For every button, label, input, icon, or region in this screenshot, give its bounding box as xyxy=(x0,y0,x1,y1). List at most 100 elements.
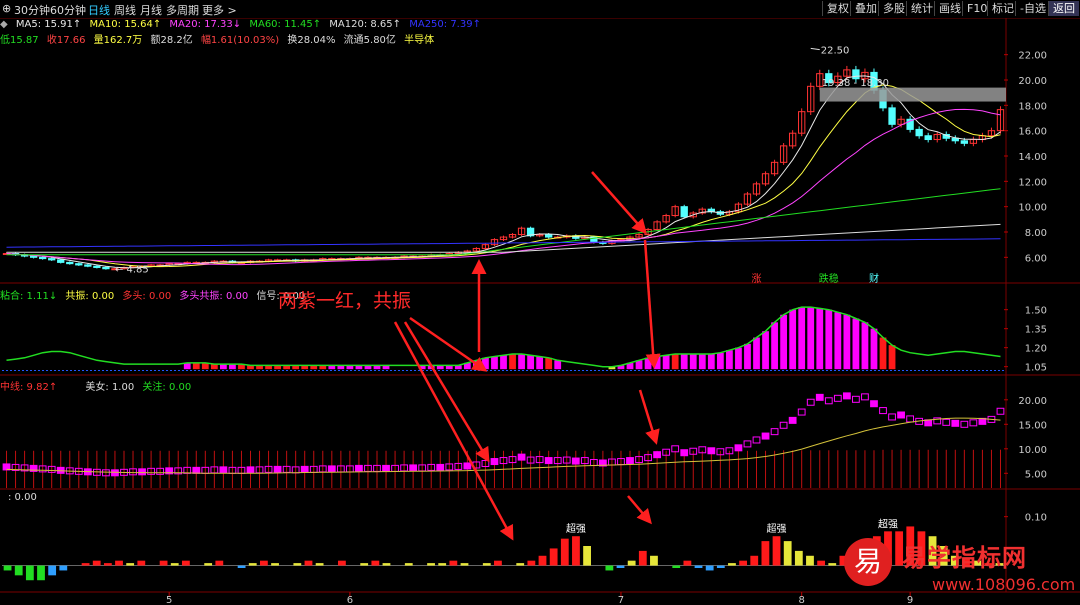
candle-body xyxy=(29,255,38,258)
legend-midline: 中线: 9.82↑ xyxy=(0,382,58,393)
resonance-bar xyxy=(445,365,453,370)
beauty-box xyxy=(689,447,698,455)
resonance-bar xyxy=(454,365,462,370)
candle-body xyxy=(472,247,481,252)
tab-weekly[interactable]: 周线 xyxy=(114,2,136,18)
momentum-bar xyxy=(716,565,725,568)
beauty-box xyxy=(192,466,201,474)
momentum-bar xyxy=(449,560,458,566)
candle-body xyxy=(707,208,715,213)
button-stats[interactable]: 统计 xyxy=(906,1,937,16)
tab-monthly[interactable]: 月线 xyxy=(140,2,162,18)
candle-body xyxy=(906,118,914,130)
beauty-box xyxy=(806,398,815,406)
legend-bull: 多头: 0.00 xyxy=(122,291,172,302)
resonance-bar xyxy=(617,365,625,370)
candle-body xyxy=(626,236,634,241)
candle-body xyxy=(273,259,282,262)
tab-more[interactable]: 更多 > xyxy=(202,2,237,18)
tab-multi-period[interactable]: 多周期 xyxy=(166,2,199,18)
beauty-box xyxy=(418,464,427,472)
momentum-bar xyxy=(59,565,68,571)
button-draw[interactable]: 画线 xyxy=(934,1,965,16)
legend-ma5: MA5: 15.91↑ xyxy=(15,19,82,30)
beauty-box xyxy=(282,465,291,473)
y-tick-label: 6.00 xyxy=(1025,253,1047,264)
y-tick-label: 0.10 xyxy=(1025,513,1047,524)
momentum-bar xyxy=(371,560,380,566)
candle-body xyxy=(48,258,56,261)
candle-body xyxy=(445,253,453,256)
candle-body xyxy=(834,75,842,84)
beauty-box xyxy=(933,417,942,425)
info-amount: 额28.2亿 xyxy=(150,35,193,46)
strong-label: 超强 xyxy=(566,522,586,535)
momentum-bar xyxy=(404,563,413,566)
tab-60min[interactable]: 60分钟 xyxy=(50,2,86,18)
candle-body xyxy=(418,255,426,258)
tab-daily[interactable]: 日线 xyxy=(88,2,110,18)
momentum-bar xyxy=(304,560,313,566)
candle-body xyxy=(653,221,661,230)
ma-line-ma60 xyxy=(6,188,1001,256)
button-multi-stock[interactable]: 多股 xyxy=(878,1,909,16)
beauty-box xyxy=(680,449,689,457)
candle-body xyxy=(996,109,1005,132)
resonance-bar xyxy=(219,364,227,370)
sub1-legend: 粘合: 1.11↓ 共振: 0.00 多头: 0.00 多头共振: 0.00 信… xyxy=(0,287,310,302)
button-adjust[interactable]: 复权 xyxy=(822,1,853,16)
annotation-text: 两紫一红，共振 xyxy=(278,290,412,312)
momentum-bar xyxy=(482,563,491,566)
candle-body xyxy=(282,259,291,262)
beauty-box xyxy=(445,463,454,471)
momentum-bar xyxy=(103,563,112,566)
beauty-box xyxy=(752,436,761,444)
button-remove-watch[interactable]: -自选 xyxy=(1015,1,1050,16)
signal-marker: 财 xyxy=(869,272,879,285)
button-back[interactable]: 返回 xyxy=(1048,1,1079,16)
candle-body xyxy=(93,265,101,268)
annotation-leader xyxy=(810,47,820,51)
momentum-bar xyxy=(761,541,770,566)
resonance-bar xyxy=(328,365,336,370)
candle-body xyxy=(436,254,444,257)
beauty-box xyxy=(879,407,887,415)
candle-body xyxy=(246,260,255,263)
tab-30min[interactable]: 30分钟 xyxy=(14,2,50,18)
resonance-bar xyxy=(735,347,742,370)
candle-body xyxy=(888,107,896,125)
momentum-bar xyxy=(627,560,636,566)
beauty-box xyxy=(255,466,264,474)
legend-momentum: : 0.00 xyxy=(8,492,37,503)
y-tick-label: 1.05 xyxy=(1025,363,1047,374)
resonance-bar xyxy=(229,364,236,370)
candle-body xyxy=(508,234,517,238)
beauty-box xyxy=(617,458,625,466)
beauty-box xyxy=(364,464,372,472)
beauty-box xyxy=(571,457,580,465)
beauty-box xyxy=(517,453,526,461)
resonance-bar xyxy=(518,354,525,370)
beauty-box xyxy=(779,421,788,429)
momentum-bar xyxy=(293,563,302,566)
resonance-bar xyxy=(274,365,281,370)
annotation-arrow xyxy=(638,389,660,445)
beauty-box xyxy=(92,468,101,476)
button-mark[interactable]: 标记 xyxy=(987,1,1018,16)
beauty-box xyxy=(815,393,824,401)
info-close: 收17.66 xyxy=(46,35,86,46)
candle-body xyxy=(617,239,625,242)
candle-body xyxy=(120,266,128,270)
button-overlay[interactable]: 叠加 xyxy=(850,1,881,16)
resonance-bar xyxy=(346,365,354,370)
menu-icon[interactable]: ⊕ xyxy=(2,2,11,15)
momentum-bar xyxy=(159,560,168,566)
momentum-bar xyxy=(516,563,525,566)
momentum-bar xyxy=(705,565,714,571)
beauty-box xyxy=(906,415,915,423)
momentum-bar xyxy=(259,560,268,566)
momentum-bar xyxy=(427,563,435,566)
candle-body xyxy=(481,244,490,249)
resonance-bar xyxy=(798,307,806,370)
momentum-bar xyxy=(181,560,190,566)
